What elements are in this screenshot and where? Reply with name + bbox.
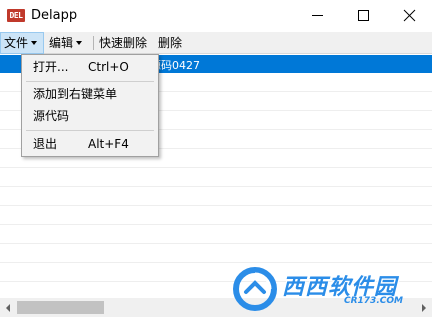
menu-separator [26,81,154,82]
scroll-right-icon [422,304,426,312]
scroll-left-icon [6,304,10,312]
menu-file[interactable]: 文件 [0,32,44,54]
menu-bar: 文件 编辑 快速删除 删除 [0,32,432,54]
chevron-down-icon [31,41,38,45]
menu-item-open-label: 打开... [33,60,69,74]
table-row[interactable] [0,226,432,244]
menu-file-label: 文件 [4,36,29,50]
window-title: Delapp [31,8,78,23]
close-icon [403,9,416,22]
title-bar[interactable]: DEL Delapp [0,0,432,32]
minimize-button[interactable] [294,0,340,32]
watermark-url: CR173.COM [344,296,403,306]
menu-item-add-context-menu[interactable]: 添加到右键菜单 [22,83,158,105]
menu-item-exit-shortcut: Alt+F4 [88,137,129,151]
menu-item-add-context-menu-label: 添加到右键菜单 [33,87,118,101]
menu-item-source-code[interactable]: 源代码 [22,105,158,127]
table-row[interactable] [0,207,432,225]
close-button[interactable] [386,0,432,32]
menu-item-exit[interactable]: 退出 Alt+F4 [22,133,158,155]
menu-item-open-shortcut: Ctrl+O [88,60,129,74]
quick-delete-button[interactable]: 快速删除 [99,32,147,54]
file-dropdown-menu: 打开... Ctrl+O 添加到右键菜单 源代码 退出 Alt+F4 [21,54,159,157]
menu-edit-label: 编辑 [49,36,74,50]
delete-button[interactable]: 删除 [158,32,182,54]
minimize-icon [312,15,323,16]
chevron-down-icon [76,41,83,45]
menu-edit[interactable]: 编辑 [47,32,91,54]
scrollbar-thumb[interactable] [17,301,104,314]
watermark-logo-icon [233,267,277,311]
menu-item-exit-label: 退出 [33,137,58,151]
menu-item-open[interactable]: 打开... Ctrl+O [22,56,158,78]
maximize-button[interactable] [340,0,386,32]
menu-separator [26,130,154,131]
maximize-icon [358,10,369,21]
table-row[interactable] [0,188,432,206]
menu-separator [93,36,94,50]
scroll-left-button[interactable] [0,298,17,317]
watermark: 西西软件园 CR173.COM [232,266,422,312]
app-icon: DEL [7,9,25,22]
table-row[interactable] [0,169,432,187]
menu-item-source-code-label: 源代码 [33,109,70,123]
table-row[interactable] [0,245,432,263]
